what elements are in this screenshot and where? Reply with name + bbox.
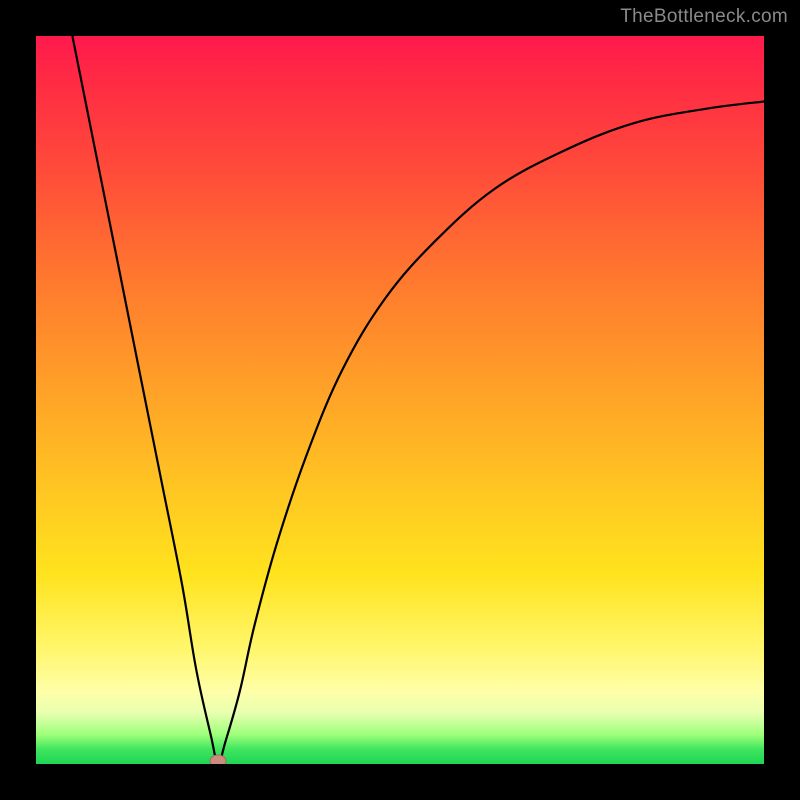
bottleneck-curve [72, 36, 764, 764]
plot-area [36, 36, 764, 764]
curve-layer [36, 36, 764, 764]
minimum-marker [210, 755, 226, 764]
chart-frame: TheBottleneck.com [0, 0, 800, 800]
watermark-text: TheBottleneck.com [620, 6, 788, 28]
